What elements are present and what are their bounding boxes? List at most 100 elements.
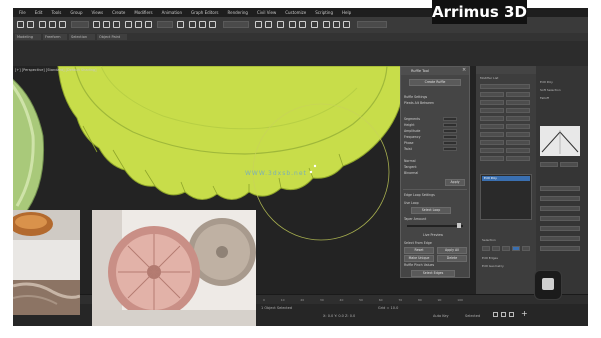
menu-item-graph-editors[interactable]: Graph Editors: [191, 10, 218, 15]
border-mode-button[interactable]: [502, 246, 510, 251]
modifier-button-12[interactable]: [506, 132, 530, 137]
tab-object-paint[interactable]: Object Paint: [97, 34, 127, 40]
menu-item-tools[interactable]: Tools: [51, 10, 61, 15]
live-preview-label[interactable]: Live Preview: [423, 233, 443, 237]
coordinate-readout[interactable]: X: 0.0 Y: 0.0 Z: 0.0: [323, 314, 355, 318]
ring-button[interactable]: [540, 196, 580, 201]
reference-coord-dropdown[interactable]: [157, 21, 173, 28]
soft-selection-label[interactable]: Soft Selection: [540, 88, 561, 92]
edit-edges-label[interactable]: Edit Edges: [482, 256, 498, 260]
tab-freeform[interactable]: Freeform: [43, 34, 67, 40]
radio-normal[interactable]: Normal: [404, 159, 416, 163]
render-setup-icon[interactable]: [323, 21, 330, 28]
use-loop-checkbox[interactable]: Use Loop: [404, 201, 419, 205]
bridge-button[interactable]: [540, 246, 580, 251]
pivot-icon[interactable]: [177, 21, 184, 28]
element-mode-button[interactable]: [522, 246, 530, 251]
viewcube-nav-button[interactable]: [534, 270, 562, 300]
modifier-list-dropdown[interactable]: [480, 84, 530, 89]
select-icon[interactable]: [93, 21, 100, 28]
menu-item-group[interactable]: Group: [70, 10, 82, 15]
render-icon[interactable]: [343, 21, 350, 28]
curve-editor-icon[interactable]: [289, 21, 296, 28]
menu-item-civil-view[interactable]: Civil View: [257, 10, 276, 15]
edit-geometry-label[interactable]: Edit Geometry: [482, 264, 504, 268]
menu-item-file[interactable]: File: [19, 10, 26, 15]
polygon-mode-button[interactable]: [512, 246, 520, 251]
paint-soft-selection-button[interactable]: [540, 186, 580, 191]
amplitude-spinner[interactable]: [443, 129, 457, 133]
modifier-button-8[interactable]: [506, 116, 530, 121]
tab-modeling[interactable]: Modeling: [15, 34, 41, 40]
reset-button[interactable]: Reset: [404, 247, 434, 254]
extrude-button[interactable]: [540, 216, 580, 221]
apply-button[interactable]: Apply: [445, 179, 465, 186]
connect-button[interactable]: [540, 236, 580, 241]
snap-icon[interactable]: [189, 21, 196, 28]
modifier-button-14[interactable]: [506, 140, 530, 145]
go-to-start-icon[interactable]: [493, 312, 498, 317]
unlink-icon[interactable]: [49, 21, 56, 28]
stack-item-edit-poly[interactable]: Edit Poly: [482, 176, 530, 181]
move-icon[interactable]: [125, 21, 132, 28]
menu-item-animation[interactable]: Animation: [162, 10, 182, 15]
percent-snap-icon[interactable]: [209, 21, 216, 28]
play-icon[interactable]: [501, 312, 506, 317]
modifier-button-18[interactable]: [506, 156, 530, 161]
radio-binormal[interactable]: Binormal: [404, 171, 418, 175]
modifier-button-13[interactable]: [480, 140, 504, 145]
modifier-button-3[interactable]: [480, 100, 504, 105]
apply-all-button[interactable]: Apply All: [437, 247, 467, 254]
layer-icon[interactable]: [277, 21, 284, 28]
menu-item-modifiers[interactable]: Modifiers: [134, 10, 152, 15]
chamfer-button[interactable]: [540, 226, 580, 231]
link-icon[interactable]: [39, 21, 46, 28]
modifier-button-15[interactable]: [480, 148, 504, 153]
loop-button[interactable]: [540, 206, 580, 211]
modifier-button-2[interactable]: [506, 92, 530, 97]
delete-button[interactable]: Delete: [437, 255, 467, 262]
align-icon[interactable]: [265, 21, 272, 28]
select-loop-button[interactable]: Select Loop: [411, 207, 451, 214]
modifier-button-7[interactable]: [480, 116, 504, 121]
menu-item-rendering[interactable]: Rendering: [228, 10, 248, 15]
redo-icon[interactable]: [27, 21, 34, 28]
modifier-button-4[interactable]: [506, 100, 530, 105]
key-filter-dropdown[interactable]: Selected: [465, 314, 480, 318]
bind-icon[interactable]: [59, 21, 66, 28]
vertex-mode-button[interactable]: [482, 246, 490, 251]
height-spinner[interactable]: [443, 123, 457, 127]
selection-filter-dropdown[interactable]: [71, 21, 89, 28]
rect-region-icon[interactable]: [113, 21, 120, 28]
menu-item-customize[interactable]: Customize: [285, 10, 306, 15]
go-to-end-icon[interactable]: [509, 312, 514, 317]
modifier-button-16[interactable]: [506, 148, 530, 153]
render-frame-icon[interactable]: [333, 21, 340, 28]
edge-mode-button[interactable]: [492, 246, 500, 251]
angle-snap-icon[interactable]: [199, 21, 206, 28]
shrink-button[interactable]: [540, 162, 558, 167]
modifier-button-17[interactable]: [480, 156, 504, 161]
grow-button[interactable]: [560, 162, 578, 167]
modifier-button-10[interactable]: [506, 124, 530, 129]
taper-slider-handle[interactable]: [457, 223, 461, 228]
frequency-spinner[interactable]: [443, 135, 457, 139]
menu-item-scripting[interactable]: Scripting: [315, 10, 333, 15]
undo-icon[interactable]: [17, 21, 24, 28]
taper-slider-track[interactable]: [407, 225, 463, 227]
phase-spinner[interactable]: [443, 141, 457, 145]
menu-item-views[interactable]: Views: [92, 10, 104, 15]
auto-key-button[interactable]: Auto Key: [433, 314, 449, 318]
menu-item-help[interactable]: Help: [342, 10, 351, 15]
make-unique-button[interactable]: Make Unique: [404, 255, 434, 262]
create-ruffle-button[interactable]: Create Ruffle: [409, 79, 461, 86]
menu-item-edit[interactable]: Edit: [35, 10, 43, 15]
radio-tangent[interactable]: Tangent: [404, 165, 417, 169]
tab-selection[interactable]: Selection: [69, 34, 95, 40]
workspace-dropdown[interactable]: [357, 21, 387, 28]
pan-icon[interactable]: +: [521, 310, 529, 318]
menu-item-create[interactable]: Create: [112, 10, 125, 15]
close-icon[interactable]: ×: [462, 68, 467, 73]
modifier-list-label[interactable]: Modifier List: [480, 76, 498, 80]
twist-spinner[interactable]: [443, 147, 457, 151]
